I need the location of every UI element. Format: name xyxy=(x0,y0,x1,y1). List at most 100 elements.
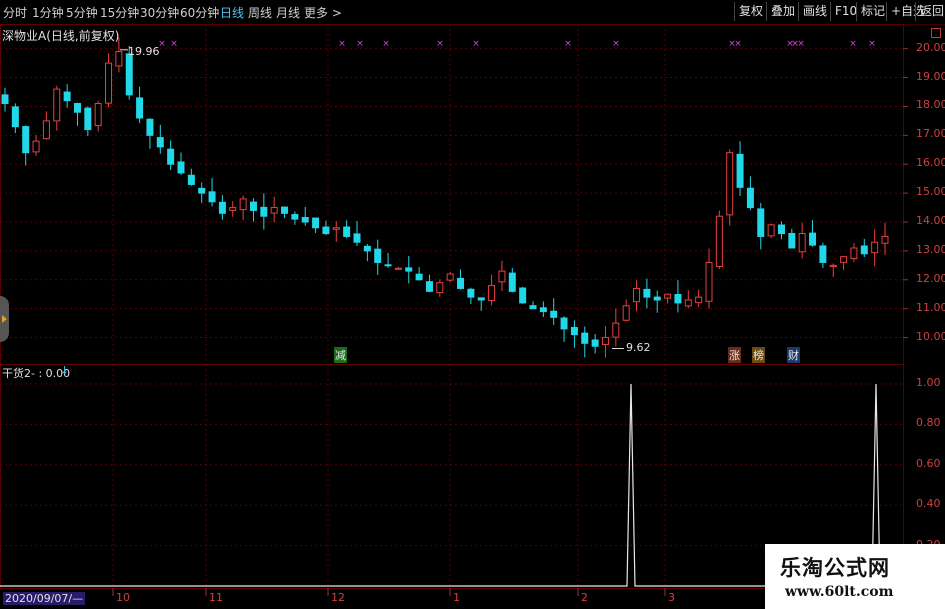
candle xyxy=(539,301,547,318)
period-tab-fenshi[interactable]: 分时 xyxy=(3,4,27,21)
period-tab-15min[interactable]: 15分钟 xyxy=(100,4,139,21)
period-tab-30min[interactable]: 30分钟 xyxy=(140,4,179,21)
price-axis-label: 19.00 xyxy=(916,69,945,83)
candle xyxy=(446,272,454,283)
candle-body xyxy=(871,241,879,254)
watermark: 乐淘公式网 www.60lt.com xyxy=(765,544,945,609)
candle xyxy=(695,289,703,308)
fuquan-button[interactable]: 复权 xyxy=(734,2,767,21)
signal-marker: × xyxy=(356,39,364,49)
candle-body xyxy=(374,248,382,263)
signal-marker: × xyxy=(472,39,480,49)
candle xyxy=(819,242,827,269)
candle xyxy=(22,125,30,166)
candle-body xyxy=(167,148,175,165)
candle-body xyxy=(736,153,744,188)
candle xyxy=(363,244,371,262)
low-price-label: 9.62 xyxy=(626,341,651,354)
candle-body xyxy=(695,296,703,304)
candle xyxy=(146,118,154,149)
period-tab-monthly[interactable]: 月线 xyxy=(276,4,300,21)
candle-body xyxy=(488,285,496,301)
candle-body xyxy=(612,322,620,338)
signal-marker: × xyxy=(338,39,346,49)
candle-body xyxy=(384,264,392,267)
back-button[interactable]: 返回 xyxy=(915,2,945,21)
event-tag-rise[interactable]: 涨 xyxy=(728,347,741,363)
candle xyxy=(1,87,9,112)
high-price-label: 19.96 xyxy=(128,45,160,58)
candle-body xyxy=(405,267,413,272)
sub-axis-label: 0.80 xyxy=(916,416,941,430)
close-icon[interactable] xyxy=(931,28,941,38)
candle-body xyxy=(105,62,113,104)
candle-body xyxy=(249,201,257,211)
candle-body xyxy=(1,94,9,105)
event-tag-reduce[interactable]: 减 xyxy=(334,347,347,363)
candle xyxy=(467,287,475,305)
signal-marker: × xyxy=(436,39,444,49)
overlay-button[interactable]: 叠加 xyxy=(766,2,799,21)
candle xyxy=(840,256,848,271)
expand-panel-handle[interactable] xyxy=(0,296,9,342)
candle-body xyxy=(446,273,454,281)
signal-marker: × xyxy=(612,39,620,49)
month-label: 3 xyxy=(668,591,675,604)
candle xyxy=(32,135,40,157)
candle-body xyxy=(42,120,50,140)
candle xyxy=(591,333,599,354)
candlestick-series xyxy=(1,37,889,358)
price-axis-label: 15.00 xyxy=(916,185,945,199)
candle-body xyxy=(218,201,226,214)
draw-line-button[interactable]: 画线 xyxy=(798,2,831,21)
candle-body xyxy=(498,270,506,283)
chart-area[interactable]: × × × × × × × × × × × × × × × × xyxy=(0,24,945,609)
candle xyxy=(798,222,806,259)
signal-marker: × xyxy=(849,39,857,49)
signal-marker: × xyxy=(734,39,742,49)
candle-body xyxy=(550,310,558,318)
candle-body xyxy=(570,326,578,336)
signal-marker: × xyxy=(564,39,572,49)
candle-body xyxy=(63,91,71,102)
candle xyxy=(11,103,19,134)
event-tag-list[interactable]: 榜 xyxy=(752,347,765,363)
candle-body xyxy=(508,272,516,292)
period-tab-daily[interactable]: 日线 xyxy=(220,4,244,21)
signal-marker: × xyxy=(868,39,876,49)
candle-body xyxy=(757,208,765,237)
candle-body xyxy=(394,267,402,270)
price-axis-label: 18.00 xyxy=(916,98,945,112)
candle-body xyxy=(829,264,837,268)
candle xyxy=(270,196,278,223)
price-axis-label: 10.00 xyxy=(916,329,945,343)
candle-body xyxy=(664,293,672,299)
mark-button[interactable]: 标记 xyxy=(856,2,889,21)
kline-chart[interactable]: × × × × × × × × × ×× ××× × × xyxy=(0,24,945,609)
candle-body xyxy=(301,217,309,223)
candle-body xyxy=(229,207,237,211)
period-tab-weekly[interactable]: 周线 xyxy=(248,4,272,21)
candle-body xyxy=(715,215,723,267)
candle-body xyxy=(798,233,806,253)
candle-body xyxy=(32,140,40,153)
candle xyxy=(415,267,423,281)
candle-body xyxy=(529,305,537,310)
candle-body xyxy=(260,206,268,217)
period-tab-more[interactable]: 更多 > xyxy=(304,4,342,21)
candle-body xyxy=(746,187,754,209)
main-panel-frame xyxy=(0,24,904,365)
period-tab-1min[interactable]: 1分钟 xyxy=(32,4,64,21)
candle-body xyxy=(363,245,371,252)
candle xyxy=(777,221,785,240)
candle xyxy=(550,298,558,325)
event-tag-finance[interactable]: 财 xyxy=(787,347,800,363)
month-label: 10 xyxy=(116,591,130,604)
chart-title: 深物业A(日线,前复权) xyxy=(2,29,120,43)
period-tab-60min[interactable]: 60分钟 xyxy=(180,4,219,21)
candle-body xyxy=(674,294,682,304)
period-tab-5min[interactable]: 5分钟 xyxy=(66,4,98,21)
candle xyxy=(601,326,609,358)
signal-marker: × xyxy=(382,39,390,49)
candle-body xyxy=(115,51,123,67)
